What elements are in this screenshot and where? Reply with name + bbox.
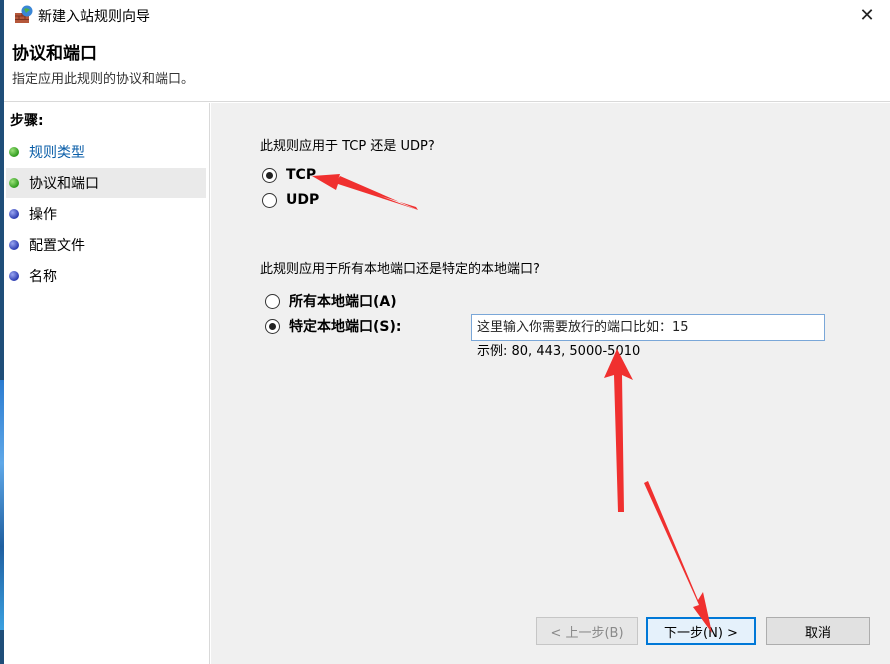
step-rule-type[interactable]: 规则类型 xyxy=(6,137,206,167)
cancel-button[interactable]: 取消 xyxy=(766,617,870,645)
blue-dot-icon xyxy=(9,271,19,281)
all-ports-label: 所有本地端口(A) xyxy=(289,294,397,310)
next-button[interactable]: 下一步(N) > xyxy=(646,617,756,645)
port-input[interactable]: 这里输入你需要放行的端口比如：15 xyxy=(471,314,825,341)
specific-ports-label: 特定本地端口(S): xyxy=(289,319,402,335)
tcp-label: TCP xyxy=(286,167,317,183)
protocol-question: 此规则应用于 TCP 还是 UDP? xyxy=(260,139,435,154)
steps-heading: 步骤: xyxy=(10,113,44,129)
udp-radio[interactable]: UDP xyxy=(262,192,319,208)
step-action: 操作 xyxy=(6,199,206,229)
steps-sidebar: 步骤: 规则类型 协议和端口 操作 配置文件 名称 xyxy=(4,103,210,664)
green-dot-icon xyxy=(9,147,19,157)
udp-label: UDP xyxy=(286,192,320,208)
step-label: 协议和端口 xyxy=(29,176,99,192)
page-subtitle: 指定应用此规则的协议和端口。 xyxy=(12,72,195,87)
tcp-radio[interactable]: TCP xyxy=(262,167,316,183)
all-ports-radio[interactable]: 所有本地端口(A) xyxy=(265,291,397,311)
blue-dot-icon xyxy=(9,240,19,250)
window-title: 新建入站规则向导 xyxy=(38,9,150,25)
step-label: 规则类型 xyxy=(29,145,85,161)
ports-question: 此规则应用于所有本地端口还是特定的本地端口? xyxy=(260,262,540,277)
step-label: 名称 xyxy=(29,269,57,285)
title-bar: 新建入站规则向导 ✕ xyxy=(4,0,890,30)
page-title: 协议和端口 xyxy=(12,44,97,64)
step-profile: 配置文件 xyxy=(6,230,206,260)
step-name: 名称 xyxy=(6,261,206,291)
wizard-window: 新建入站规则向导 ✕ 协议和端口 指定应用此规则的协议和端口。 步骤: 规则类型… xyxy=(4,0,890,664)
radio-selected xyxy=(262,167,277,183)
close-button[interactable]: ✕ xyxy=(844,0,890,30)
step-label: 配置文件 xyxy=(29,238,85,254)
radio-unselected xyxy=(262,192,277,208)
radio-unselected xyxy=(265,293,280,309)
close-icon: ✕ xyxy=(859,4,875,26)
back-button[interactable]: < 上一步(B) xyxy=(536,617,638,645)
specific-ports-radio[interactable]: 特定本地端口(S): xyxy=(265,316,401,336)
green-dot-icon xyxy=(9,178,19,188)
blue-dot-icon xyxy=(9,209,19,219)
radio-selected xyxy=(265,318,280,334)
wizard-header: 协议和端口 指定应用此规则的协议和端口。 xyxy=(4,30,890,102)
port-example: 示例: 80, 443, 5000-5010 xyxy=(477,344,641,359)
firewall-icon xyxy=(14,5,34,25)
step-label: 操作 xyxy=(29,207,57,223)
step-protocol-and-ports[interactable]: 协议和端口 xyxy=(6,168,206,198)
main-pane: 此规则应用于 TCP 还是 UDP? TCP UDP 此规则应用于所有本地端口还… xyxy=(211,103,890,664)
